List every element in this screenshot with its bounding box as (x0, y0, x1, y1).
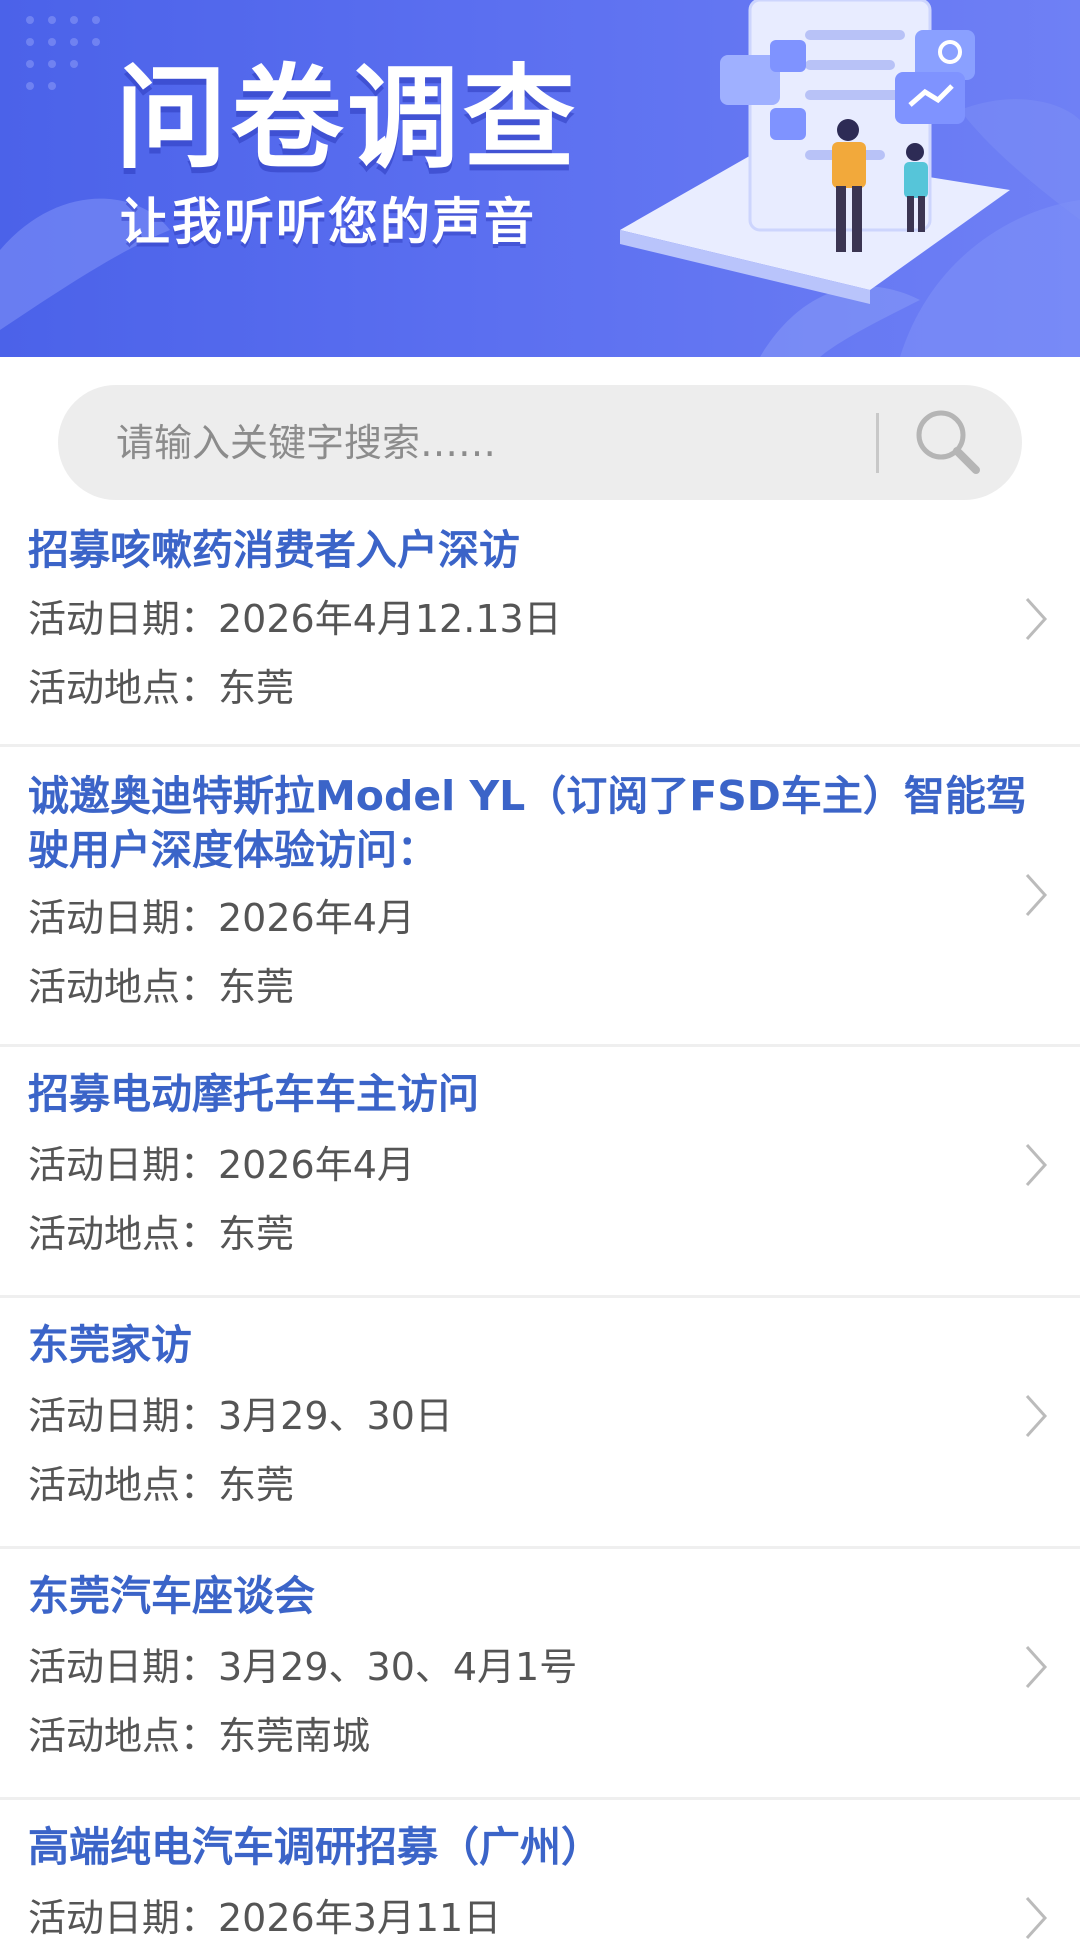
list-item[interactable]: 东莞汽车座谈会 活动日期：3月29、30、4月1号 活动地点：东莞南城 (0, 1549, 1080, 1800)
activity-date: 活动日期：2026年3月11日 (28, 1896, 502, 1940)
chevron-right-icon (1025, 1896, 1048, 1940)
activity-date: 活动日期：3月29、30、4月1号 (28, 1645, 578, 1689)
list-item[interactable]: 招募电动摩托车车主访问 活动日期：2026年4月 活动地点：东莞 (0, 1047, 1080, 1298)
activity-title: 东莞家访 (28, 1321, 192, 1369)
activity-location: 活动地点：东莞 (28, 666, 295, 710)
search-icon[interactable] (908, 402, 988, 482)
survey-banner: 问卷调查 让我听听您的声音 (0, 0, 1080, 357)
activity-date: 活动日期：2026年4月12.13日 (28, 597, 562, 641)
search-input[interactable] (114, 407, 898, 479)
activity-date: 活动日期：2026年4月 (28, 1143, 415, 1187)
chevron-right-icon (1025, 873, 1048, 917)
chevron-right-icon (1025, 1394, 1048, 1438)
activity-title: 诚邀奥迪特斯拉Model YL（订阅了FSD车主）智能驾驶用户深度体验访问： (28, 772, 1027, 874)
activity-location: 活动地点：东莞 (28, 965, 295, 1009)
chevron-right-icon (1025, 597, 1048, 641)
activity-title: 高端纯电汽车调研招募（广州） (28, 1823, 602, 1871)
activity-location: 活动地点：东莞南城 (28, 1714, 371, 1758)
activity-date: 活动日期：3月29、30日 (28, 1394, 453, 1438)
activity-title: 招募咳嗽药消费者入户深访 (28, 526, 520, 574)
chevron-right-icon (1025, 1645, 1048, 1689)
activity-location: 活动地点：东莞 (28, 1212, 295, 1256)
activity-list: 招募咳嗽药消费者入户深访 活动日期：2026年4月12.13日 活动地点：东莞 … (0, 500, 1080, 1959)
list-item[interactable]: 高端纯电汽车调研招募（广州） 活动日期：2026年3月11日 (0, 1800, 1080, 1959)
banner-title: 问卷调查 (115, 54, 579, 184)
activity-title: 东莞汽车座谈会 (28, 1572, 315, 1620)
chevron-right-icon (1025, 1143, 1048, 1187)
banner-subtitle: 让我听听您的声音 (120, 193, 536, 251)
list-item[interactable]: 东莞家访 活动日期：3月29、30日 活动地点：东莞 (0, 1298, 1080, 1549)
search-divider (876, 413, 879, 473)
survey-page: 问卷调查 让我听听您的声音 招募咳嗽药消费者入户深访 活动日期：2026年4月1… (0, 0, 1080, 1959)
list-item[interactable]: 招募咳嗽药消费者入户深访 活动日期：2026年4月12.13日 活动地点：东莞 (0, 500, 1080, 747)
activity-date: 活动日期：2026年4月 (28, 896, 415, 940)
list-item[interactable]: 诚邀奥迪特斯拉Model YL（订阅了FSD车主）智能驾驶用户深度体验访问： 活… (0, 747, 1080, 1047)
activity-title: 招募电动摩托车车主访问 (28, 1070, 479, 1118)
search-bar (58, 385, 1022, 500)
activity-location: 活动地点：东莞 (28, 1463, 295, 1507)
